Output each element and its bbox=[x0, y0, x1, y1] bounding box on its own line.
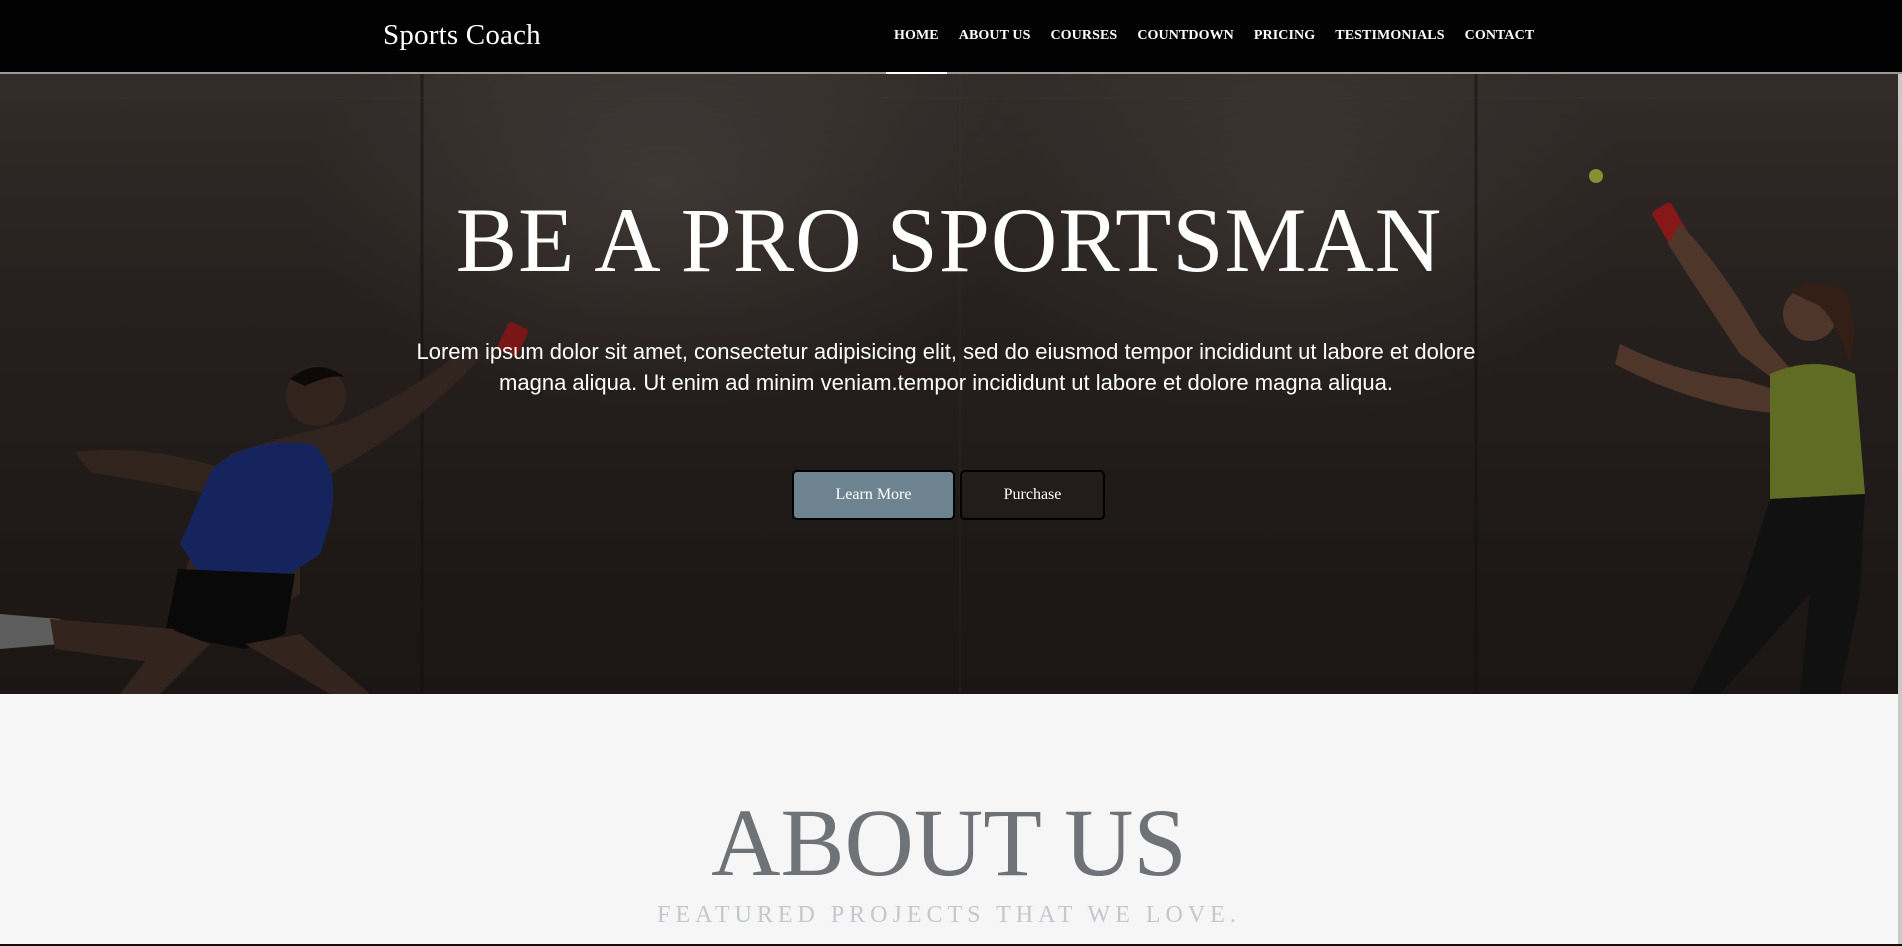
about-subtitle: FEATURED PROJECTS THAT WE LOVE. bbox=[657, 902, 1241, 928]
nav-item-pricing[interactable]: PRICING bbox=[1244, 0, 1325, 72]
nav-link-countdown[interactable]: COUNTDOWN bbox=[1127, 0, 1244, 72]
nav-item-home[interactable]: HOME bbox=[884, 0, 949, 74]
nav-link-about-us[interactable]: ABOUT US bbox=[949, 0, 1041, 72]
about-title: ABOUT US bbox=[711, 789, 1187, 896]
nav-link-testimonials[interactable]: TESTIMONIALS bbox=[1325, 0, 1454, 72]
nav-link-contact[interactable]: CONTACT bbox=[1455, 0, 1545, 72]
nav-link-pricing[interactable]: PRICING bbox=[1244, 0, 1325, 72]
nav-item-testimonials[interactable]: TESTIMONIALS bbox=[1325, 0, 1454, 72]
nav-item-courses[interactable]: COURSES bbox=[1040, 0, 1127, 72]
nav-link-home[interactable]: HOME bbox=[884, 0, 949, 72]
page-scrollbar[interactable] bbox=[1898, 74, 1902, 946]
nav-item-contact[interactable]: CONTACT bbox=[1455, 0, 1545, 72]
nav-link-courses[interactable]: COURSES bbox=[1040, 0, 1127, 72]
hero-description: Lorem ipsum dolor sit amet, consectetur … bbox=[416, 339, 1476, 395]
learn-more-button[interactable]: Learn More bbox=[792, 470, 955, 520]
nav-item-countdown[interactable]: COUNTDOWN bbox=[1127, 0, 1244, 72]
hero-title: BE A PRO SPORTSMAN bbox=[455, 189, 1443, 291]
nav-item-about-us[interactable]: ABOUT US bbox=[949, 0, 1041, 72]
main-nav: HOME ABOUT US COURSES COUNTDOWN PRICING … bbox=[884, 0, 1545, 74]
purchase-button[interactable]: Purchase bbox=[960, 470, 1105, 520]
navbar: Sports Coach HOME ABOUT US COURSES COUNT… bbox=[0, 0, 1902, 74]
brand-logo[interactable]: Sports Coach bbox=[383, 17, 541, 53]
about-section: ABOUT US FEATURED PROJECTS THAT WE LOVE. bbox=[0, 694, 1898, 946]
hero-section: BE A PRO SPORTSMAN Lorem ipsum dolor sit… bbox=[0, 74, 1898, 694]
